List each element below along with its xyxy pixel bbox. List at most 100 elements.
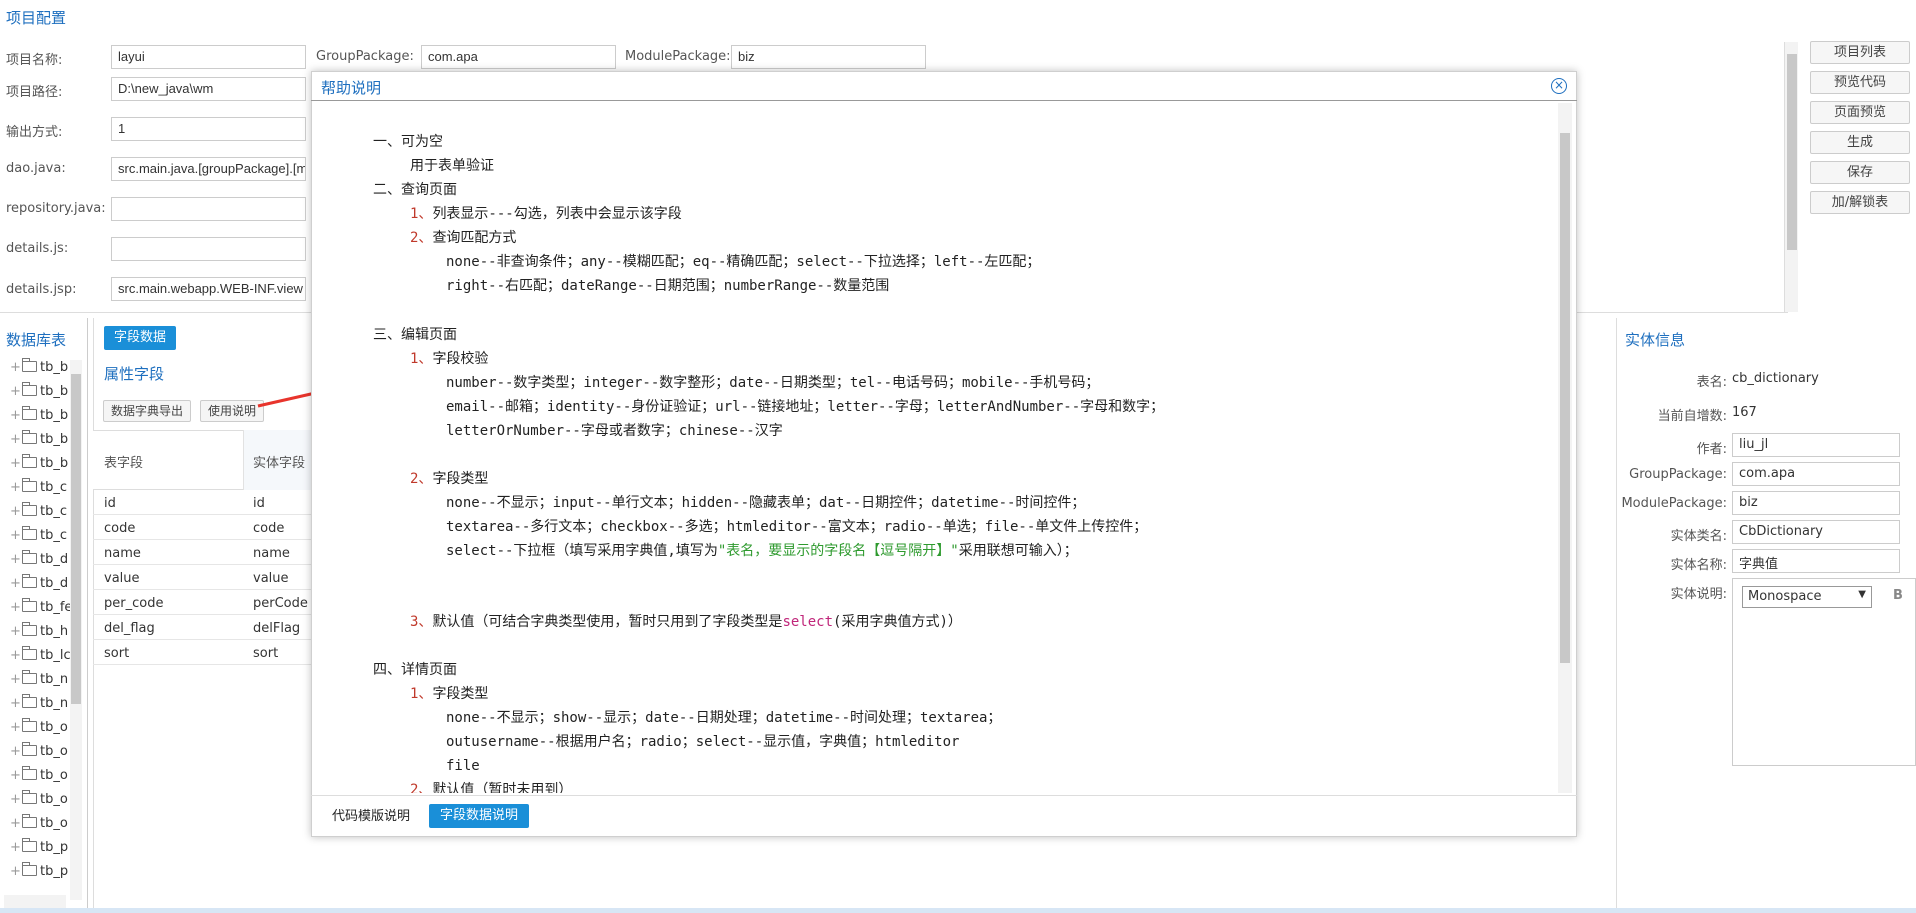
repository-java-label: repository.java: bbox=[6, 201, 106, 216]
expand-icon[interactable]: + bbox=[10, 792, 21, 807]
expand-icon[interactable]: + bbox=[10, 360, 21, 375]
expand-icon[interactable]: + bbox=[10, 816, 21, 831]
tree-item-label: tb_c bbox=[40, 480, 67, 495]
tree-item[interactable]: + tb_p bbox=[10, 838, 68, 855]
expand-icon[interactable]: + bbox=[10, 576, 21, 591]
tree-item[interactable]: + tb_n bbox=[10, 694, 68, 711]
group-package-input[interactable]: com.apa bbox=[421, 45, 616, 69]
expand-icon[interactable]: + bbox=[10, 648, 21, 663]
expand-icon[interactable]: + bbox=[10, 384, 21, 399]
entity-field-cell[interactable]: perCode bbox=[253, 596, 308, 611]
tree-item[interactable]: + tb_b bbox=[10, 430, 68, 447]
tree-vertical-scrollbar[interactable] bbox=[70, 360, 82, 900]
generate-button[interactable]: 生成 bbox=[1810, 131, 1910, 154]
project-list-button[interactable]: 项目列表 bbox=[1810, 41, 1910, 64]
tree-item[interactable]: + tb_d bbox=[10, 574, 68, 591]
entity-field-cell[interactable]: id bbox=[253, 496, 265, 511]
tree-item[interactable]: + tb_c bbox=[10, 502, 67, 519]
expand-icon[interactable]: + bbox=[10, 624, 21, 639]
author-input[interactable]: liu_jl bbox=[1732, 433, 1900, 457]
db-table-title: 数据库表 bbox=[6, 331, 67, 349]
expand-icon[interactable]: + bbox=[10, 768, 21, 783]
chevron-down-icon: ▼ bbox=[1858, 589, 1866, 600]
details-jsp-input[interactable]: src.main.webapp.WEB-INF.view bbox=[111, 277, 306, 301]
page-preview-button[interactable]: 页面预览 bbox=[1810, 101, 1910, 124]
tree-item[interactable]: + tb_o bbox=[10, 814, 68, 831]
tree-item[interactable]: + tb_c bbox=[10, 478, 67, 495]
repository-java-input[interactable] bbox=[111, 197, 306, 221]
project-name-label: 项目名称: bbox=[6, 53, 63, 68]
table-field-cell[interactable]: value bbox=[104, 571, 140, 586]
dao-java-input[interactable]: src.main.java.[groupPackage].[m bbox=[111, 157, 306, 181]
expand-icon[interactable]: + bbox=[10, 528, 21, 543]
entity-name-input[interactable]: 字典值 bbox=[1732, 549, 1900, 573]
entity-field-cell[interactable]: name bbox=[253, 546, 290, 561]
tree-item[interactable]: + tb_o bbox=[10, 766, 68, 783]
table-field-cell[interactable]: per_code bbox=[104, 596, 163, 611]
table-field-cell[interactable]: del_flag bbox=[104, 621, 155, 636]
entity-module-package-input[interactable]: biz bbox=[1732, 491, 1900, 515]
col-entity-field[interactable]: 实体字段 bbox=[253, 452, 305, 471]
project-path-input[interactable]: D:\new_java\wm bbox=[111, 77, 306, 101]
project-name-input[interactable]: layui bbox=[111, 45, 306, 69]
font-select[interactable]: Monospace ▼ bbox=[1742, 586, 1872, 608]
lock-table-button[interactable]: 加/解锁表 bbox=[1810, 191, 1910, 214]
tree-item[interactable]: + tb_o bbox=[10, 742, 68, 759]
entity-field-cell[interactable]: value bbox=[253, 571, 289, 586]
help-line: 采用联想可输入）； bbox=[958, 543, 1078, 559]
expand-icon[interactable]: + bbox=[10, 480, 21, 495]
bold-button[interactable]: B bbox=[1893, 588, 1903, 603]
help-scrollbar[interactable] bbox=[1558, 103, 1572, 793]
expand-icon[interactable]: + bbox=[10, 696, 21, 711]
project-config-title: 项目配置 bbox=[6, 9, 67, 27]
tree-item[interactable]: + tb_lc bbox=[10, 646, 71, 663]
entity-group-package-input[interactable]: com.apa bbox=[1732, 462, 1900, 486]
output-mode-input[interactable]: 1 bbox=[111, 117, 306, 141]
table-field-cell[interactable]: name bbox=[104, 546, 141, 561]
preview-code-button[interactable]: 预览代码 bbox=[1810, 71, 1910, 94]
export-dictionary-button[interactable]: 数据字典导出 bbox=[103, 400, 192, 422]
config-scrollbar[interactable] bbox=[1784, 42, 1798, 312]
code-template-help-button[interactable]: 代码模版说明 bbox=[324, 805, 418, 829]
col-table-field[interactable]: 表字段 bbox=[104, 452, 143, 471]
tree-item[interactable]: + tb_h bbox=[10, 622, 68, 639]
expand-icon[interactable]: + bbox=[10, 456, 21, 471]
expand-icon[interactable]: + bbox=[10, 672, 21, 687]
expand-icon[interactable]: + bbox=[10, 840, 21, 855]
module-package-input[interactable]: biz bbox=[731, 45, 926, 69]
entity-class-input[interactable]: CbDictionary bbox=[1732, 520, 1900, 544]
save-button[interactable]: 保存 bbox=[1810, 161, 1910, 184]
tree-item[interactable]: + tb_o bbox=[10, 790, 68, 807]
table-field-cell[interactable]: sort bbox=[104, 646, 129, 661]
expand-icon[interactable]: + bbox=[10, 720, 21, 735]
tree-item[interactable]: + tb_b bbox=[10, 358, 68, 375]
tree-item[interactable]: + tb_o bbox=[10, 718, 68, 735]
entity-module-package-label: ModulePackage: bbox=[1621, 496, 1727, 511]
tree-item[interactable]: + tb_fe bbox=[10, 598, 72, 615]
expand-icon[interactable]: + bbox=[10, 744, 21, 759]
details-js-input[interactable] bbox=[111, 237, 306, 261]
entity-field-cell[interactable]: delFlag bbox=[253, 621, 300, 636]
tree-item[interactable]: + tb_b bbox=[10, 382, 68, 399]
tree-item[interactable]: + tb_p bbox=[10, 862, 68, 879]
field-data-help-button[interactable]: 字段数据说明 bbox=[429, 804, 530, 828]
close-icon[interactable]: × bbox=[1551, 78, 1567, 94]
tree-item[interactable]: + tb_b bbox=[10, 406, 68, 423]
entity-field-cell[interactable]: sort bbox=[253, 646, 278, 661]
table-field-cell[interactable]: id bbox=[104, 496, 116, 511]
expand-icon[interactable]: + bbox=[10, 864, 21, 879]
expand-icon[interactable]: + bbox=[10, 408, 21, 423]
tree-item[interactable]: + tb_c bbox=[10, 526, 67, 543]
expand-icon[interactable]: + bbox=[10, 552, 21, 567]
tree-item[interactable]: + tb_d bbox=[10, 550, 68, 567]
expand-icon[interactable]: + bbox=[10, 504, 21, 519]
expand-icon[interactable]: + bbox=[10, 432, 21, 447]
tree-item[interactable]: + tb_b bbox=[10, 454, 68, 471]
entity-field-cell[interactable]: code bbox=[253, 521, 284, 536]
tree-horizontal-scrollbar[interactable] bbox=[4, 895, 66, 909]
table-field-cell[interactable]: code bbox=[104, 521, 135, 536]
help-line: none--不显示；input--单行文本；hidden--隐藏表单；dat--… bbox=[446, 495, 1086, 511]
tree-item[interactable]: + tb_n bbox=[10, 670, 68, 687]
tab-field-data[interactable]: 字段数据 bbox=[104, 326, 177, 350]
expand-icon[interactable]: + bbox=[10, 600, 21, 615]
